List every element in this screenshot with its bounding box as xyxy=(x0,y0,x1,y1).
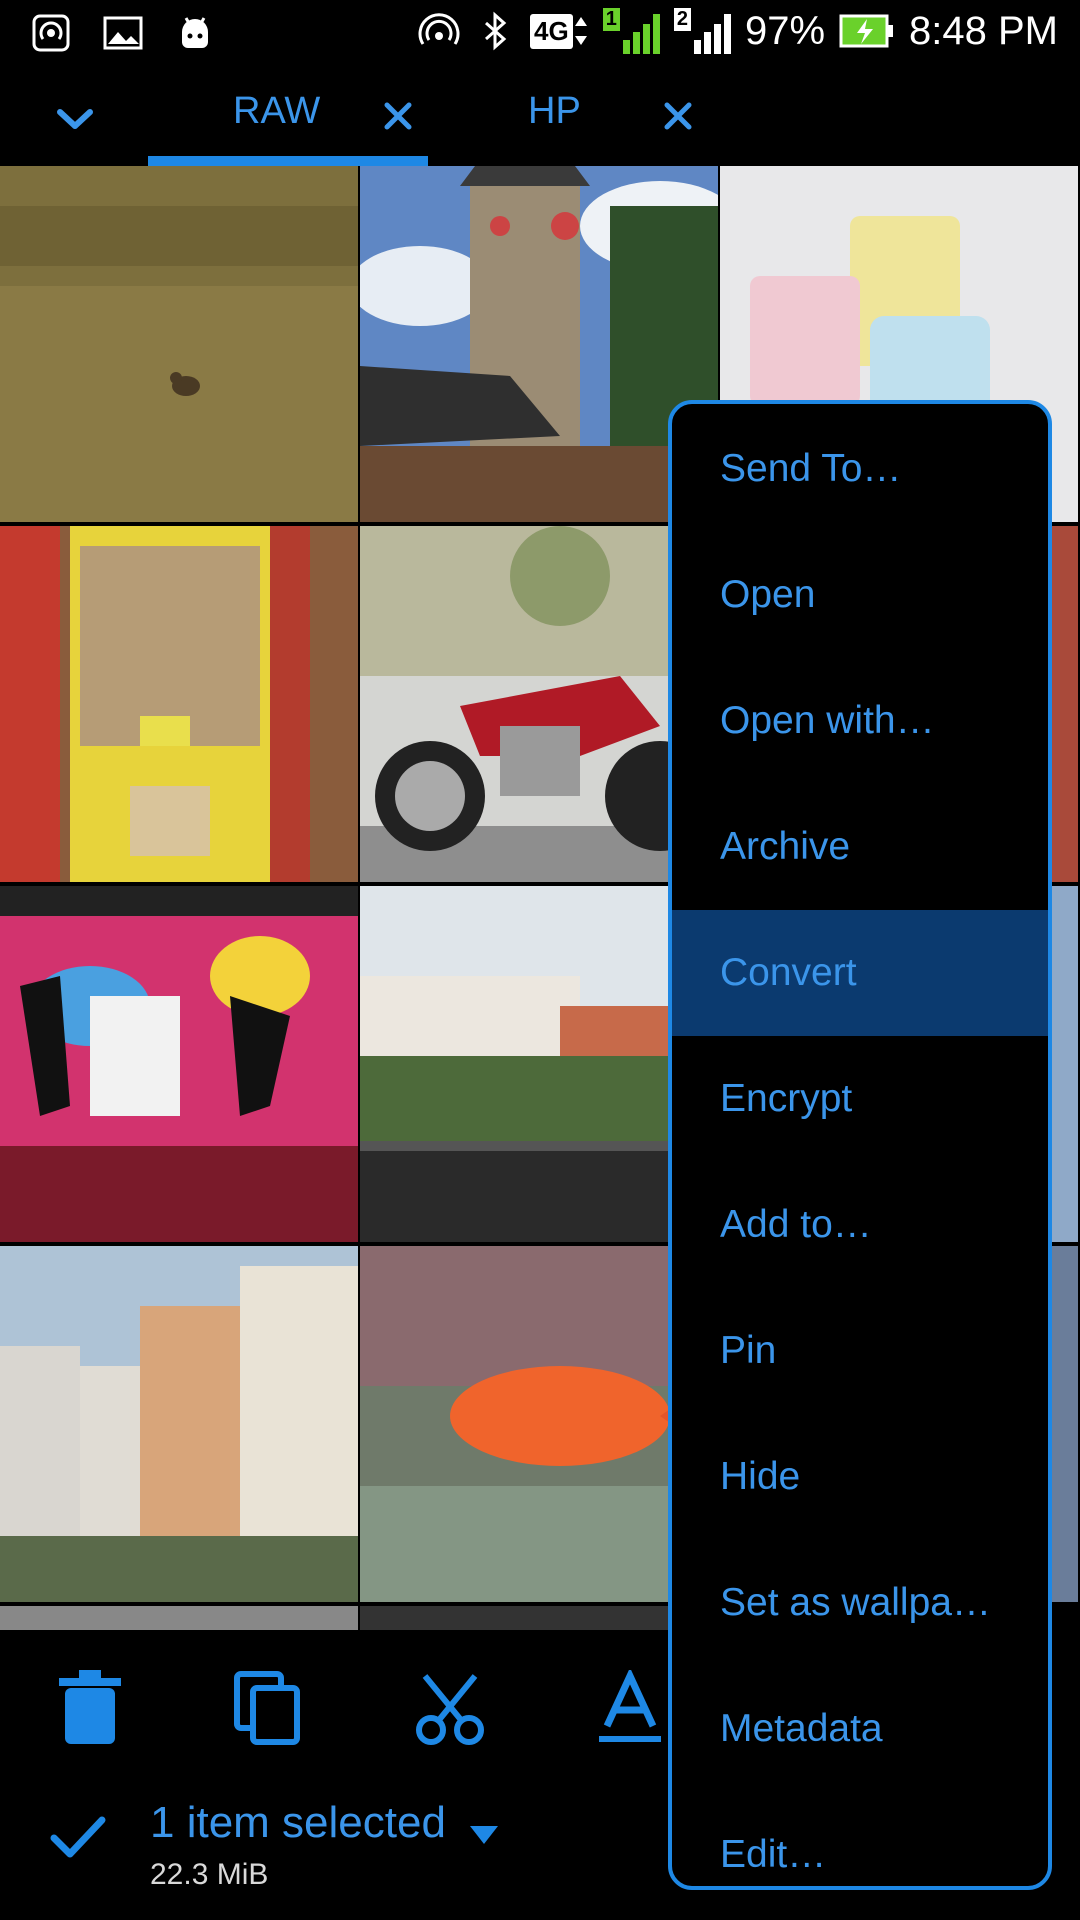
battery-percent: 97% xyxy=(744,8,826,53)
thumbnail-graffiti[interactable] xyxy=(0,886,358,1242)
network-type: 4G xyxy=(530,13,589,49)
cut-icon[interactable] xyxy=(415,1670,485,1746)
menu-item-open-with[interactable]: Open with… xyxy=(672,658,1048,784)
menu-item-convert[interactable]: Convert xyxy=(672,910,1048,1036)
menu-item-archive[interactable]: Archive xyxy=(672,784,1048,910)
thumbnail-fish[interactable] xyxy=(360,1246,718,1602)
close-icon[interactable] xyxy=(378,96,418,136)
status-bar: 4G 1 2 97% 8:48 PM xyxy=(0,0,1080,70)
menu-item-encrypt[interactable]: Encrypt xyxy=(672,1036,1048,1162)
copy-icon[interactable] xyxy=(233,1670,303,1746)
thumbnail-apartments[interactable] xyxy=(360,886,718,1242)
battery-charging-icon xyxy=(839,13,895,49)
check-icon[interactable] xyxy=(48,1812,108,1862)
active-tab-indicator xyxy=(148,156,428,166)
chevron-down-icon[interactable] xyxy=(52,96,98,142)
tab-raw[interactable]: RAW xyxy=(233,90,320,133)
thumbnail-partial[interactable] xyxy=(0,1606,358,1630)
sim2-signal-icon: 2 xyxy=(673,8,731,54)
menu-item-edit[interactable]: Edit… xyxy=(672,1792,1048,1886)
menu-item-add-to[interactable]: Add to… xyxy=(672,1162,1048,1288)
menu-item-set-as-wallpaper[interactable]: Set as wallpa… xyxy=(672,1540,1048,1666)
image-notification-icon xyxy=(102,12,144,54)
clock: 8:48 PM xyxy=(909,8,1058,53)
chevron-down-icon[interactable] xyxy=(466,1822,502,1848)
menu-item-hide[interactable]: Hide xyxy=(672,1414,1048,1540)
thumbnail-high-rises[interactable] xyxy=(0,1246,358,1602)
close-icon[interactable] xyxy=(658,96,698,136)
sim1-signal-icon: 1 xyxy=(602,8,660,54)
trash-icon[interactable] xyxy=(55,1670,125,1746)
selection-count[interactable]: 1 item selected xyxy=(150,1798,446,1848)
tab-bar: RAW HP xyxy=(0,70,1080,166)
thumbnail-clock-tower[interactable] xyxy=(360,166,718,522)
bluetooth-icon xyxy=(474,10,516,52)
menu-item-open[interactable]: Open xyxy=(672,532,1048,658)
rename-icon[interactable] xyxy=(595,1667,665,1746)
hotspot-icon xyxy=(30,12,72,54)
tab-hp[interactable]: HP xyxy=(528,90,581,133)
menu-item-send-to[interactable]: Send To… xyxy=(672,406,1048,532)
thumbnail-dispenser[interactable] xyxy=(0,526,358,882)
thumbnail-bird[interactable] xyxy=(0,166,358,522)
menu-item-pin[interactable]: Pin xyxy=(672,1288,1048,1414)
wireless-icon xyxy=(418,10,460,52)
thumbnail-motorcycle[interactable] xyxy=(360,526,718,882)
menu-item-metadata[interactable]: Metadata xyxy=(672,1666,1048,1792)
selection-size: 22.3 MiB xyxy=(150,1858,269,1891)
android-icon xyxy=(174,12,216,54)
thumbnail-partial[interactable] xyxy=(360,1606,718,1630)
context-menu: Send To… Open Open with… Archive Convert… xyxy=(668,400,1052,1890)
